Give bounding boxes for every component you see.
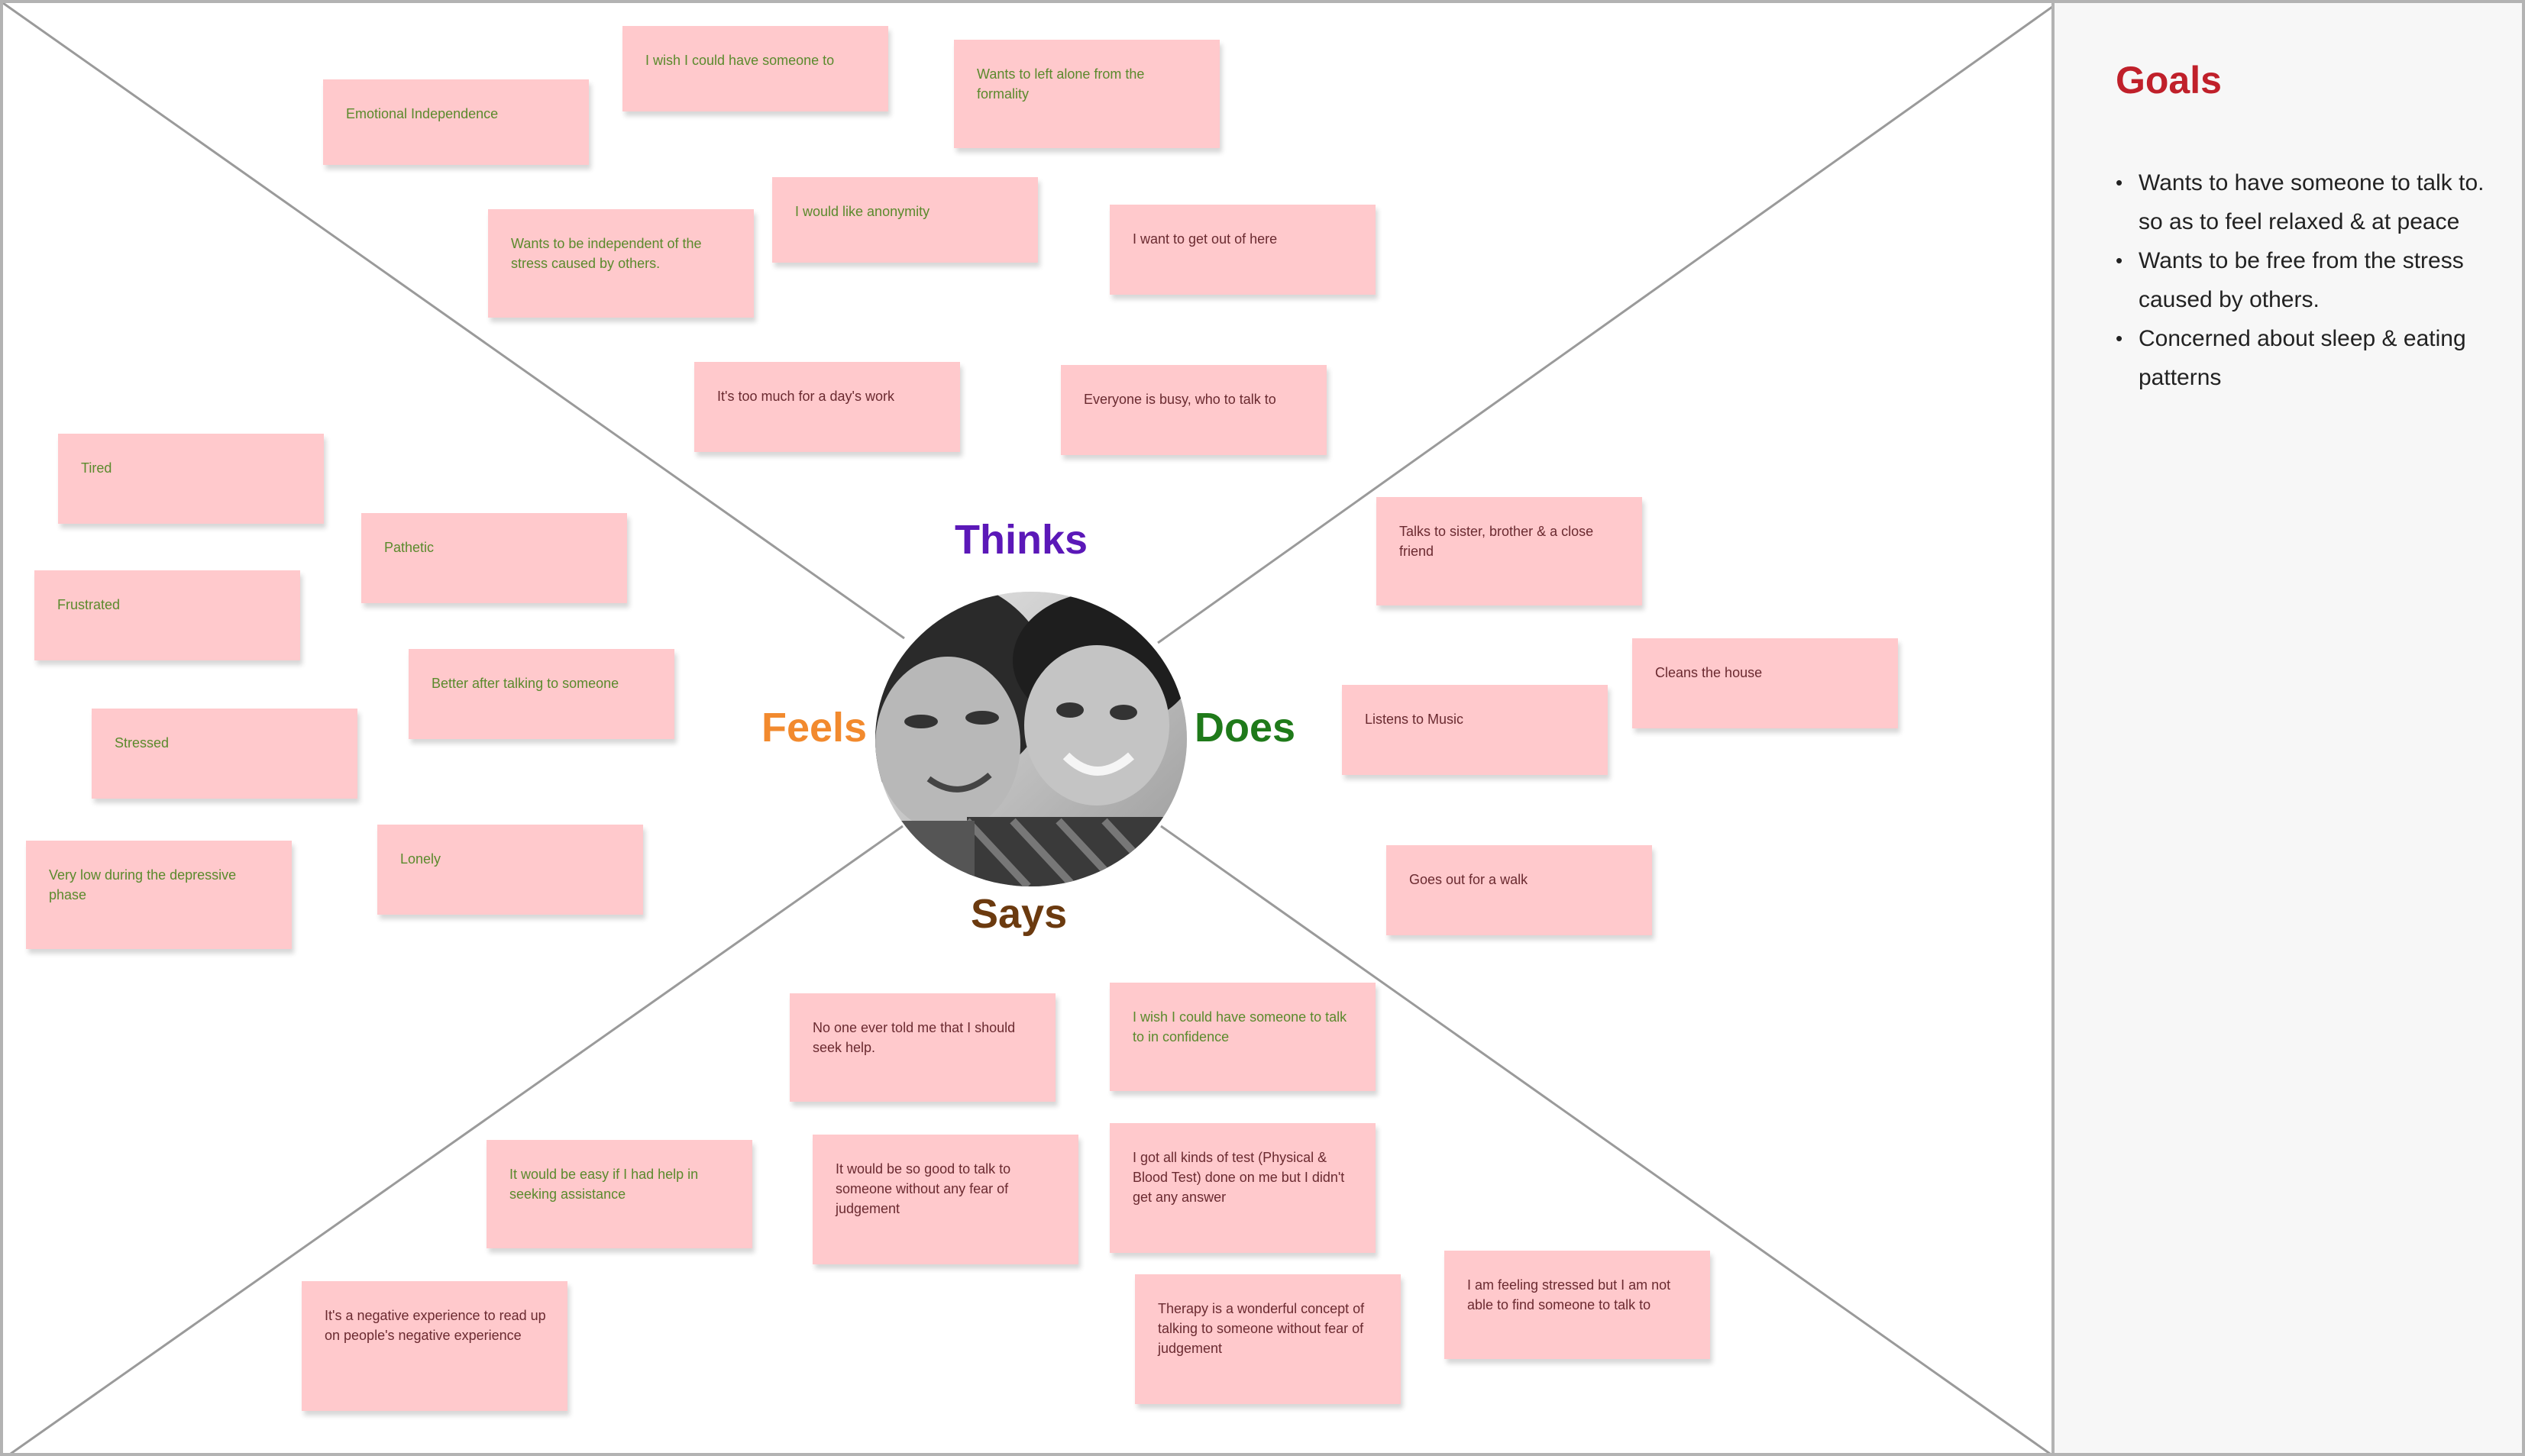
- sticky-note-cleans[interactable]: Cleans the house: [1632, 638, 1898, 728]
- sticky-note-feeling-stressed[interactable]: I am feeling stressed but I am not able …: [1444, 1251, 1710, 1359]
- sticky-note-stressed[interactable]: Stressed: [92, 709, 357, 799]
- sticky-note-negative-experience[interactable]: It's a negative experience to read up on…: [302, 1281, 567, 1411]
- sticky-note-easy-help[interactable]: It would be easy if I had help in seekin…: [487, 1140, 752, 1248]
- goals-list: Wants to have someone to talk to. so as …: [2116, 163, 2498, 397]
- sticky-note-left-alone[interactable]: Wants to left alone from the formality: [954, 40, 1220, 148]
- sticky-note-lonely[interactable]: Lonely: [377, 825, 643, 915]
- sticky-note-everyone-busy[interactable]: Everyone is busy, who to talk to: [1061, 365, 1327, 455]
- sticky-note-wish-someone[interactable]: I wish I could have someone to: [622, 26, 888, 111]
- quadrant-label-says: Says: [971, 891, 1068, 937]
- sticky-note-too-much[interactable]: It's too much for a day's work: [694, 362, 960, 452]
- empathy-map-board: Thinks Feels Does Says Emotional Indepen…: [0, 0, 2055, 1456]
- sticky-note-tired[interactable]: Tired: [58, 434, 324, 524]
- sticky-note-anonymity[interactable]: I would like anonymity: [772, 177, 1038, 263]
- quadrant-label-thinks: Thinks: [955, 517, 1088, 563]
- goal-item: Wants to be free from the stress caused …: [2116, 241, 2498, 319]
- sticky-note-better-after[interactable]: Better after talking to someone: [409, 649, 674, 739]
- sticky-note-talks-to[interactable]: Talks to sister, brother & a close frien…: [1376, 497, 1642, 605]
- sticky-note-pathetic[interactable]: Pathetic: [361, 513, 627, 603]
- sticky-note-so-good[interactable]: It would be so good to talk to someone w…: [813, 1135, 1078, 1264]
- sticky-note-music[interactable]: Listens to Music: [1342, 685, 1608, 775]
- quadrant-label-does: Does: [1195, 705, 1296, 751]
- sticky-note-emotional-independence[interactable]: Emotional Independence: [323, 79, 589, 165]
- sticky-note-frustrated[interactable]: Frustrated: [34, 570, 300, 660]
- sticky-note-therapy[interactable]: Therapy is a wonderful concept of talkin…: [1135, 1274, 1401, 1404]
- goal-item: Wants to have someone to talk to. so as …: [2116, 163, 2498, 241]
- sticky-note-no-one-told[interactable]: No one ever told me that I should seek h…: [790, 993, 1056, 1102]
- goals-panel: Goals Wants to have someone to talk to. …: [2055, 0, 2525, 1456]
- goal-item: Concerned about sleep & eating patterns: [2116, 319, 2498, 397]
- sticky-note-all-tests[interactable]: I got all kinds of test (Physical & Bloo…: [1110, 1123, 1376, 1253]
- goals-title: Goals: [2116, 59, 2222, 102]
- sticky-note-get-out[interactable]: I want to get out of here: [1110, 205, 1376, 295]
- quadrant-label-feels: Feels: [761, 705, 868, 751]
- persona-photo: [875, 592, 1187, 886]
- sticky-note-walk[interactable]: Goes out for a walk: [1386, 845, 1652, 935]
- sticky-note-independent-stress[interactable]: Wants to be independent of the stress ca…: [488, 209, 754, 318]
- sticky-note-very-low[interactable]: Very low during the depressive phase: [26, 841, 292, 949]
- sticky-note-wish-confidence[interactable]: I wish I could have someone to talk to i…: [1110, 983, 1376, 1091]
